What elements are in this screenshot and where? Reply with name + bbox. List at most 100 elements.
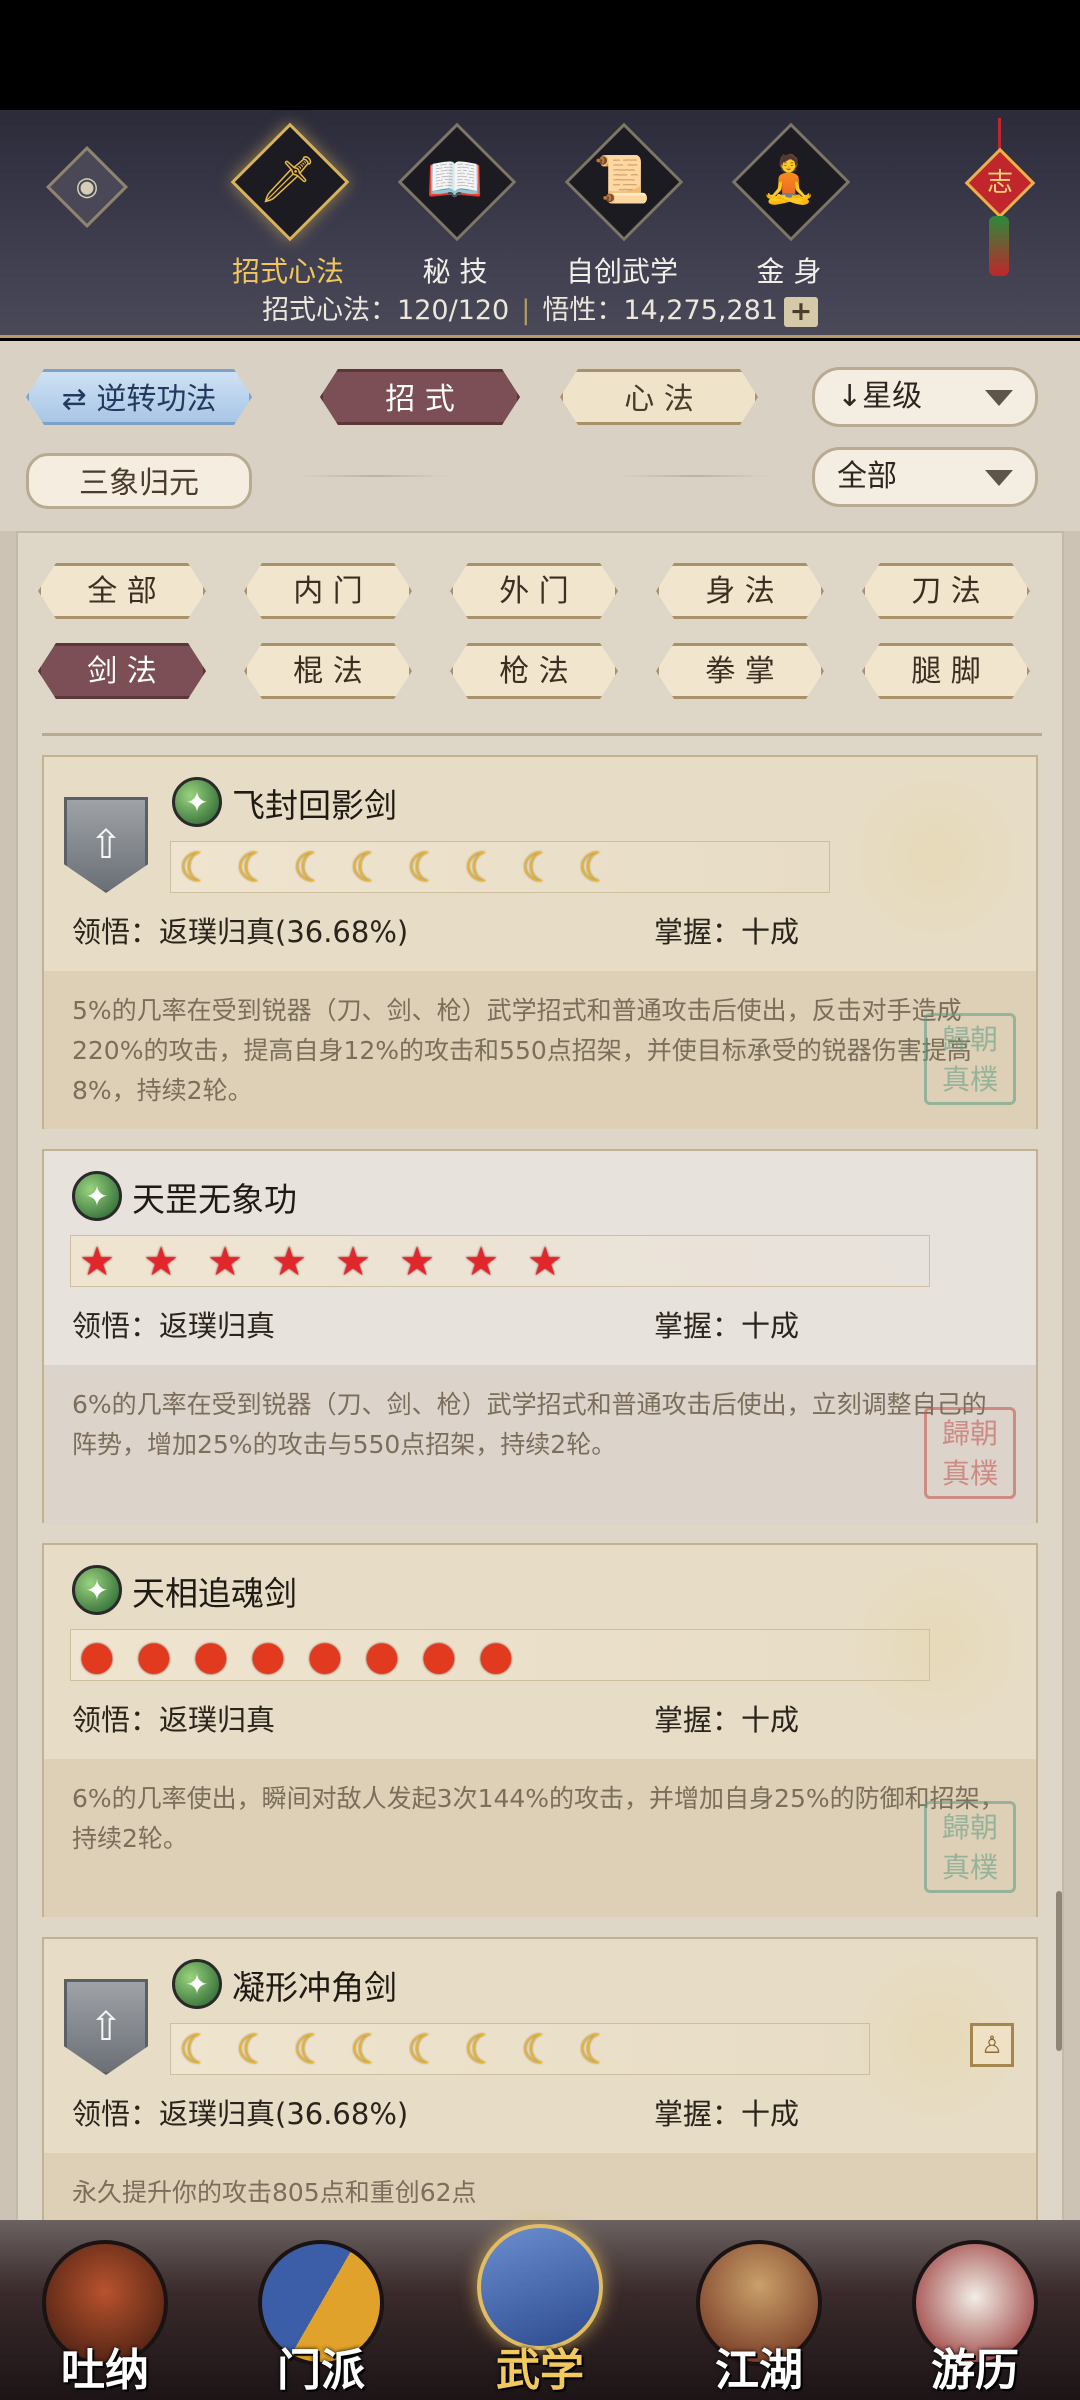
eye-toggle-button[interactable]: ◉ — [45, 145, 129, 229]
category-sword[interactable]: 剑 法 — [38, 643, 206, 699]
book-icon: 📖 — [426, 152, 484, 206]
tab-mind[interactable]: 心 法 — [560, 369, 758, 425]
status-bar — [0, 0, 1080, 110]
scope-dropdown[interactable]: 全部 — [812, 447, 1038, 507]
ornament-divider — [620, 475, 770, 477]
mastery-label: 掌握：十成 — [654, 1309, 800, 1343]
moon-icon: ☾ — [293, 845, 329, 891]
skill-name: 天相追魂剑 — [132, 1574, 297, 1613]
flame-orb-icon: ● — [364, 1633, 400, 1679]
moon-icon: ☾ — [521, 845, 557, 891]
skill-name: 天罡无象功 — [132, 1180, 297, 1219]
list-scrollbar[interactable] — [1056, 1891, 1062, 2051]
scroll-info-icon[interactable]: ♙ — [970, 2023, 1014, 2067]
reverse-technique-button[interactable]: ⇄ 逆转功法 — [26, 369, 252, 425]
comprehension-label: 领悟：返璞归真(36.68%) — [72, 2097, 409, 2131]
insight-value: 悟性：14,275,281 — [542, 295, 778, 326]
sort-label: ↓星级 — [837, 379, 923, 414]
reverse-label: 逆转功法 — [96, 382, 217, 417]
seal-stamp: 歸朝 真樸 — [924, 1013, 1016, 1105]
skill-card[interactable]: ⇧ ✦ 飞封回影剑 ☾ ☾ ☾ ☾ ☾ ☾ ☾ ☾ 领悟：返璞归真(36.68%… — [42, 755, 1038, 1129]
moon-icon: ☾ — [293, 2027, 329, 2073]
nav-martial-arts[interactable]: 武学 — [455, 2224, 625, 2396]
mastery-label: 掌握：十成 — [654, 2097, 800, 2131]
flame-orb-icon: ● — [136, 1633, 172, 1679]
moon-icon: ☾ — [350, 845, 386, 891]
scroll-icon: 📜 — [593, 152, 651, 206]
nav-label: 江湖 — [715, 2345, 803, 2396]
tab-moves-mind[interactable]: 🗡 招式心法 — [213, 122, 363, 292]
moon-icon: ☾ — [407, 2027, 443, 2073]
category-inner[interactable]: 内 门 — [244, 563, 412, 619]
arrow-up-icon: ⇧ — [89, 822, 123, 868]
skill-name: 凝形冲角剑 — [232, 1968, 397, 2007]
moon-icon: ☾ — [179, 2027, 215, 2073]
tab-secret-skill[interactable]: 📖 秘 技 — [380, 122, 530, 292]
nav-sect[interactable]: 门派 — [236, 2240, 406, 2400]
sword-icon: 🗡 — [258, 152, 318, 206]
arrow-up-icon: ⇧ — [89, 2004, 123, 2050]
tab-moves[interactable]: 招 式 — [320, 369, 520, 425]
rating-bar: ● ● ● ● ● ● ● ● — [70, 1629, 930, 1681]
chinese-knot-button[interactable]: 志 — [964, 118, 1036, 278]
skill-card[interactable]: ✦ 天相追魂剑 ● ● ● ● ● ● ● ● 领悟：返璞归真 掌握：十成 6%… — [42, 1543, 1038, 1917]
category-movement[interactable]: 身 法 — [656, 563, 824, 619]
category-outer[interactable]: 外 门 — [450, 563, 618, 619]
category-fist[interactable]: 拳 掌 — [656, 643, 824, 699]
comprehension-label: 领悟：返璞归真 — [72, 1703, 276, 1737]
star-icon: ★ — [207, 1239, 243, 1285]
upgrade-shield-button[interactable]: ⇧ — [64, 1979, 148, 2075]
tab-custom-martial[interactable]: 📜 自创武学 — [547, 122, 697, 292]
rating-bar: ☾ ☾ ☾ ☾ ☾ ☾ ☾ ☾ — [170, 2023, 870, 2075]
jade-orb-icon: ✦ — [72, 1171, 122, 1221]
tab-label: 金 身 — [756, 255, 822, 288]
nav-breathing[interactable]: 吐纳 — [20, 2240, 190, 2400]
card-header: ⇧ ✦ 凝形冲角剑 ☾ ☾ ☾ ☾ ☾ ☾ ☾ ☾ ♙ 领悟：返璞归真(36.6… — [44, 1939, 1036, 2149]
add-insight-button[interactable]: + — [783, 296, 818, 327]
tab-golden-body[interactable]: 🧘 金 身 — [714, 122, 864, 292]
comprehension-label: 领悟：返璞归真(36.68%) — [72, 915, 409, 949]
tab-label: 秘 技 — [422, 255, 488, 288]
nav-jianghu[interactable]: 江湖 — [674, 2240, 844, 2400]
flame-orb-icon: ● — [250, 1633, 286, 1679]
star-icon: ★ — [143, 1239, 179, 1285]
seal-stamp: 歸朝 真樸 — [924, 1801, 1016, 1893]
nav-travel[interactable]: 游历 — [890, 2240, 1060, 2400]
knot-tassel — [989, 216, 1009, 276]
chevron-down-icon — [985, 470, 1013, 486]
bottom-nav: 吐纳 门派 武学 江湖 游历 — [0, 2220, 1080, 2400]
flame-orb-icon: ● — [307, 1633, 343, 1679]
upgrade-shield-button[interactable]: ⇧ — [64, 797, 148, 893]
star-icon: ★ — [527, 1239, 563, 1285]
jade-orb-icon: ✦ — [172, 1959, 222, 2009]
skill-card[interactable]: ⇧ ✦ 凝形冲角剑 ☾ ☾ ☾ ☾ ☾ ☾ ☾ ☾ ♙ 领悟：返璞归真(36.6… — [42, 1937, 1038, 2239]
mastery-label: 掌握：十成 — [654, 915, 800, 949]
sanxiang-button[interactable]: 三象归元 — [26, 453, 252, 509]
star-icon: ★ — [271, 1239, 307, 1285]
category-spear[interactable]: 枪 法 — [450, 643, 618, 699]
category-blade[interactable]: 刀 法 — [862, 563, 1030, 619]
jade-glyph: ✦ — [85, 1180, 109, 1213]
tab-label: 招式心法 — [231, 255, 344, 288]
jade-orb-icon: ✦ — [172, 777, 222, 827]
moon-icon: ☾ — [407, 845, 443, 891]
filter-bar: ⇄ 逆转功法 招 式 心 法 ↓星级 三象归元 全部 — [0, 341, 1080, 531]
meditation-icon: 🧘 — [760, 152, 818, 206]
moon-icon: ☾ — [521, 2027, 557, 2073]
scope-label: 全部 — [837, 459, 897, 494]
sort-dropdown[interactable]: ↓星级 — [812, 367, 1038, 427]
seal-stamp: 歸朝 真樸 — [924, 1407, 1016, 1499]
knot-label: 志 — [986, 168, 1013, 198]
rating-bar: ☾ ☾ ☾ ☾ ☾ ☾ ☾ ☾ — [170, 841, 830, 893]
category-staff[interactable]: 棍 法 — [244, 643, 412, 699]
tab-label: 自创武学 — [565, 255, 678, 288]
category-leg[interactable]: 腿 脚 — [862, 643, 1030, 699]
jade-glyph: ✦ — [185, 1968, 209, 2001]
moon-icon: ☾ — [179, 845, 215, 891]
martial-book-icon — [477, 2224, 603, 2350]
skill-card[interactable]: ✦ 天罡无象功 ★ ★ ★ ★ ★ ★ ★ ★ 领悟：返璞归真 掌握：十成 6%… — [42, 1149, 1038, 1523]
category-all[interactable]: 全 部 — [38, 563, 206, 619]
swap-icon: ⇄ — [61, 382, 87, 417]
category-panel: 全 部 内 门 外 门 身 法 刀 法 剑 法 棍 法 枪 法 拳 掌 腿 脚 … — [16, 531, 1064, 2241]
moves-count: 招式心法：120/120 — [262, 295, 510, 326]
